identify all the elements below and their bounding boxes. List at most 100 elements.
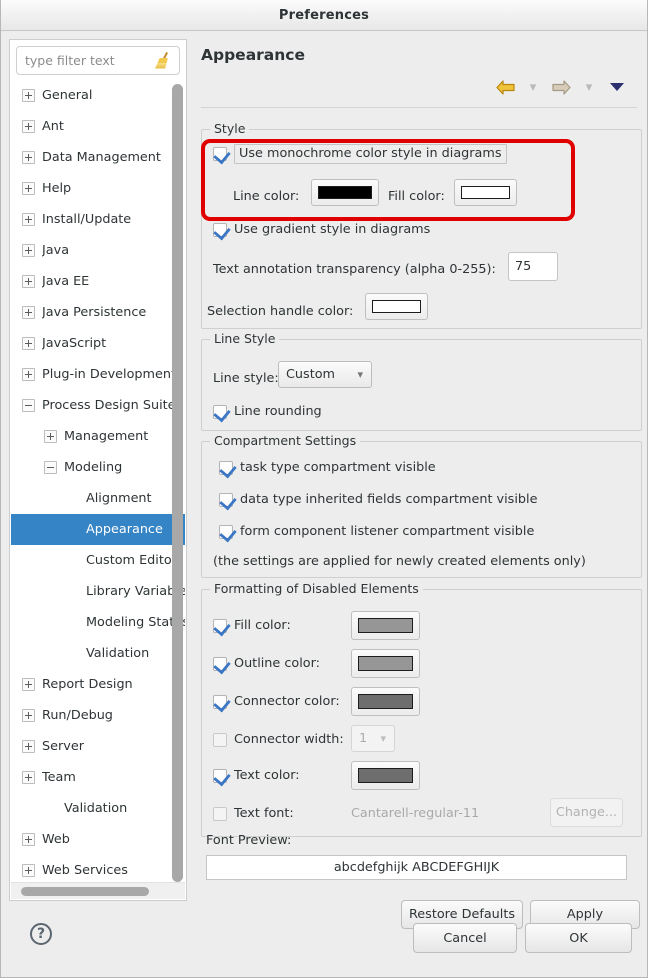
selection-handle-color-swatch-button[interactable]	[365, 293, 428, 320]
line-color-swatch-button[interactable]	[311, 179, 379, 206]
expand-icon[interactable]	[22, 244, 35, 257]
disabled-outline-color-checkbox-row[interactable]: Outline color:	[213, 656, 320, 671]
sidebar-item-validation[interactable]: Validation	[11, 638, 185, 669]
expand-icon[interactable]	[22, 771, 35, 784]
sidebar-item-label: Custom Editors	[86, 553, 184, 568]
sidebar-item-appearance[interactable]: Appearance	[11, 514, 185, 545]
filter-input[interactable]: type filter text	[17, 53, 151, 68]
sidebar-item-install-update[interactable]: Install/Update	[11, 204, 185, 235]
data-type-compartment-checkbox-row[interactable]: data type inherited fields compartment v…	[219, 492, 537, 507]
tree-vertical-scroll-thumb[interactable]	[172, 84, 183, 882]
disabled-connector-color-checkbox-row[interactable]: Connector color:	[213, 694, 340, 709]
transparency-input[interactable]: 75	[508, 252, 558, 281]
expand-icon[interactable]	[22, 151, 35, 164]
disabled-outline-color-checkbox[interactable]	[213, 656, 227, 671]
sidebar-item-label: Management	[64, 429, 149, 444]
sidebar-item-java-ee[interactable]: Java EE	[11, 266, 185, 297]
expand-icon[interactable]	[22, 833, 35, 846]
disabled-fill-color-swatch-button[interactable]	[351, 611, 420, 640]
gradient-checkbox[interactable]	[213, 222, 227, 237]
change-font-button: Change...	[550, 798, 623, 827]
compartment-settings-group-legend: Compartment Settings	[210, 433, 361, 448]
disabled-text-color-checkbox-row[interactable]: Text color:	[213, 768, 300, 783]
expand-icon[interactable]	[22, 306, 35, 319]
sidebar-item-label: Web Services	[42, 863, 128, 878]
expand-icon[interactable]	[22, 337, 35, 350]
fill-color-swatch-button[interactable]	[454, 179, 517, 206]
expand-icon[interactable]	[22, 89, 35, 102]
tree-horizontal-scrollbar[interactable]	[11, 882, 185, 899]
expand-icon[interactable]	[44, 430, 57, 443]
disabled-text-font-checkbox[interactable]	[213, 806, 227, 821]
back-arrow-icon[interactable]	[491, 76, 519, 98]
sidebar-item-plug-in-development[interactable]: Plug-in Development	[11, 359, 185, 390]
ok-button[interactable]: OK	[525, 923, 632, 953]
collapse-icon[interactable]	[22, 399, 35, 412]
sidebar-item-java-persistence[interactable]: Java Persistence	[11, 297, 185, 328]
sidebar-item-team[interactable]: Team	[11, 762, 185, 793]
cancel-button[interactable]: Cancel	[413, 923, 517, 953]
sidebar-item-javascript[interactable]: JavaScript	[11, 328, 185, 359]
preference-tree[interactable]: General Ant Data Management Help Install/Upd…	[11, 80, 185, 882]
sidebar-item-custom-editors[interactable]: Custom Editors	[11, 545, 185, 576]
sidebar-item-help[interactable]: Help	[11, 173, 185, 204]
sidebar-item-alignment[interactable]: Alignment	[11, 483, 185, 514]
disabled-outline-color-swatch-button[interactable]	[351, 649, 420, 678]
disabled-connector-color-checkbox[interactable]	[213, 694, 227, 709]
back-history-chevron-down-icon[interactable]: ▾	[519, 76, 547, 98]
disabled-text-font-checkbox-row[interactable]: Text font:	[213, 806, 294, 821]
monochrome-checkbox-row[interactable]: Use monochrome color style in diagrams	[213, 144, 507, 164]
expand-icon[interactable]	[22, 864, 35, 877]
form-component-compartment-checkbox-row[interactable]: form component listener compartment visi…	[219, 524, 534, 539]
task-type-compartment-checkbox-row[interactable]: task type compartment visible	[219, 460, 436, 475]
data-type-compartment-checkbox[interactable]	[219, 492, 233, 507]
question-mark-icon[interactable]: ?	[30, 923, 52, 945]
line-style-combo[interactable]: Custom ▾	[278, 361, 372, 388]
sidebar-item-library-variables[interactable]: Library Variables	[11, 576, 185, 607]
expand-icon[interactable]	[22, 368, 35, 381]
sidebar-item-modeling-status[interactable]: Modeling Status	[11, 607, 185, 638]
expand-icon[interactable]	[22, 740, 35, 753]
tree-vertical-scrollbar[interactable]	[172, 84, 183, 894]
disabled-connector-width-checkbox-row[interactable]: Connector width:	[213, 732, 344, 747]
expand-icon[interactable]	[22, 275, 35, 288]
sidebar-item-data-management[interactable]: Data Management	[11, 142, 185, 173]
monochrome-checkbox[interactable]	[213, 147, 227, 161]
line-rounding-checkbox-row[interactable]: Line rounding	[213, 404, 322, 419]
expand-icon[interactable]	[22, 182, 35, 195]
expand-icon[interactable]	[22, 709, 35, 722]
sidebar-item-modeling[interactable]: Modeling	[11, 452, 185, 483]
sidebar-item-process-design-suite[interactable]: Process Design Suite	[11, 390, 185, 421]
sidebar-item-web[interactable]: Web	[11, 824, 185, 855]
collapse-icon[interactable]	[44, 461, 57, 474]
disabled-fill-color-checkbox[interactable]	[213, 618, 227, 633]
expand-icon[interactable]	[22, 213, 35, 226]
sidebar-item-java[interactable]: Java	[11, 235, 185, 266]
form-component-compartment-checkbox[interactable]	[219, 524, 233, 539]
line-color-swatch	[318, 186, 372, 199]
expand-icon[interactable]	[22, 678, 35, 691]
sidebar-item-server[interactable]: Server	[11, 731, 185, 762]
sidebar-item-management[interactable]: Management	[11, 421, 185, 452]
disabled-text-color-swatch-button[interactable]	[351, 761, 420, 790]
sidebar-item-ant[interactable]: Ant	[11, 111, 185, 142]
line-rounding-checkbox[interactable]	[213, 404, 227, 419]
task-type-compartment-checkbox[interactable]	[219, 460, 233, 475]
disabled-fill-color-checkbox-row[interactable]: Fill color:	[213, 618, 291, 633]
gradient-checkbox-row[interactable]: Use gradient style in diagrams	[213, 222, 430, 237]
disabled-connector-color-swatch-button[interactable]	[351, 687, 420, 716]
triangle-down-icon[interactable]	[603, 76, 631, 98]
broom-icon[interactable]	[151, 51, 173, 71]
sidebar-item-run-debug[interactable]: Run/Debug	[11, 700, 185, 731]
sidebar-item-web-services[interactable]: Web Services	[11, 855, 185, 882]
filter-box[interactable]: type filter text	[16, 46, 180, 75]
sidebar-item-general[interactable]: General	[11, 80, 185, 111]
sidebar-item-report-design[interactable]: Report Design	[11, 669, 185, 700]
tree-horizontal-scroll-thumb[interactable]	[21, 887, 149, 896]
disabled-connector-width-checkbox[interactable]	[213, 732, 227, 747]
dialog-content: type filter text General Ant Data Manageme…	[1, 31, 647, 977]
sidebar-item-validation[interactable]: Validation	[11, 793, 185, 824]
expand-icon[interactable]	[22, 120, 35, 133]
disabled-text-color-checkbox[interactable]	[213, 768, 227, 783]
